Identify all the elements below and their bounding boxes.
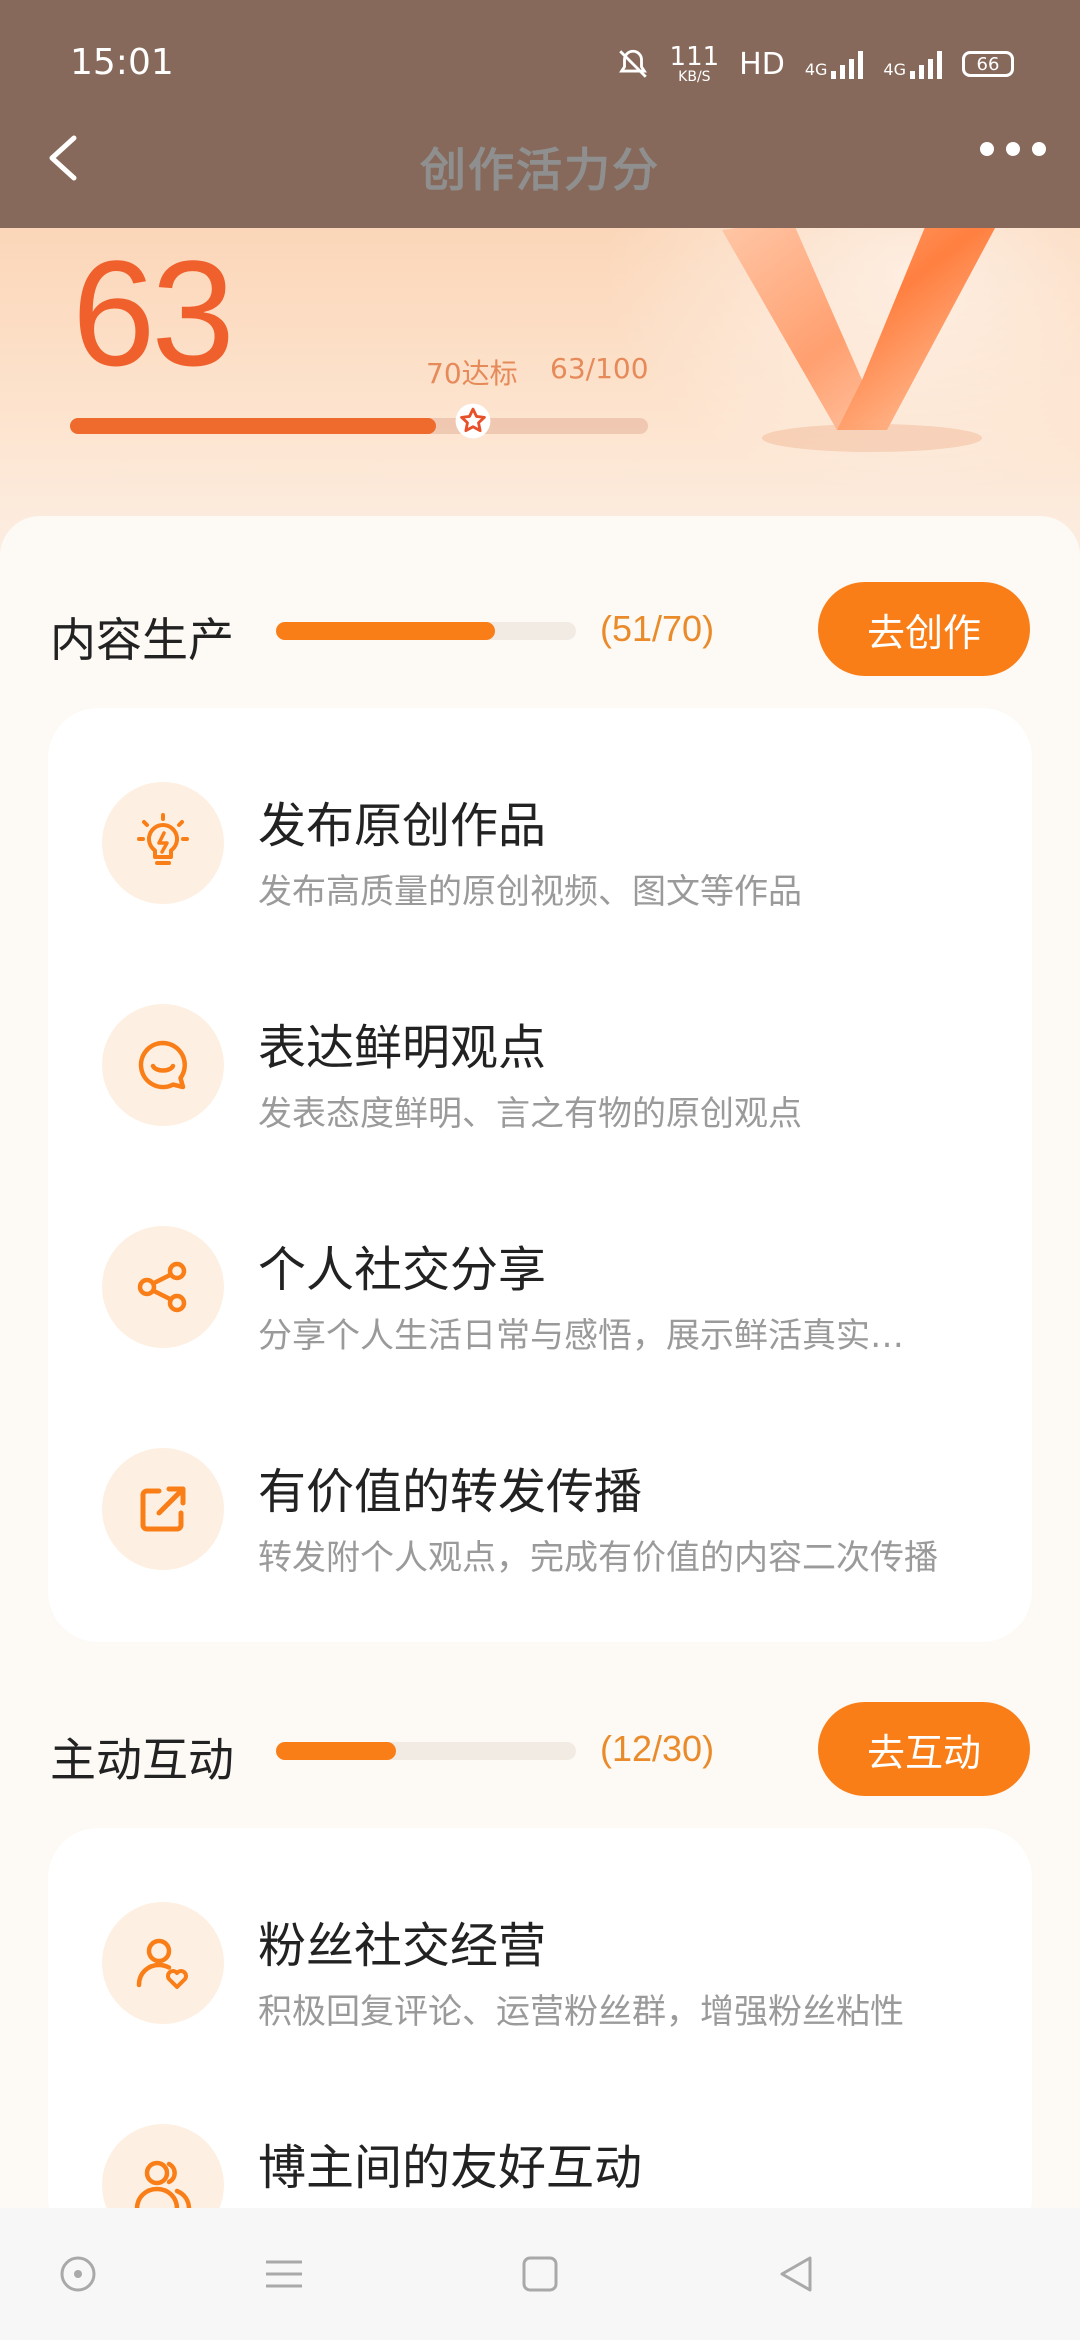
signal-bars-icon	[910, 49, 942, 79]
battery-icon: 66	[962, 51, 1014, 77]
section-active-interaction: 主动互动 (12/30) 去互动	[50, 1702, 1030, 1796]
mute-bell-icon	[618, 49, 647, 78]
item-title: 表达鲜明观点	[258, 1020, 547, 1076]
target-star-icon	[455, 403, 491, 439]
go-interact-button[interactable]: 去互动	[818, 1702, 1030, 1796]
score-progress-fill	[70, 418, 436, 434]
menu-icon[interactable]	[262, 2252, 306, 2296]
signal-2: 4G	[883, 49, 942, 79]
share-icon	[102, 1226, 224, 1348]
item-title: 博主间的友好互动	[258, 2140, 643, 2196]
more-icon[interactable]	[980, 142, 1046, 156]
item-title: 粉丝社交经营	[258, 1918, 547, 1974]
forward-icon	[102, 1448, 224, 1570]
section-title: 内容生产	[50, 613, 234, 667]
status-icons: 111 KB/S HD 4G 4G 66	[616, 44, 1014, 84]
item-desc: 发表态度鲜明、言之有物的原创观点	[258, 1094, 802, 1134]
section-count: (12/30)	[600, 1728, 715, 1769]
item-desc: 发布高质量的原创视频、图文等作品	[258, 872, 802, 912]
hd-label: HD	[739, 46, 785, 82]
item-desc: 转发附个人观点，完成有价值的内容二次传播	[258, 1538, 938, 1578]
status-time: 15:01	[70, 42, 174, 83]
signal-1: 4G	[805, 49, 864, 79]
section-progress-fill	[276, 1742, 396, 1760]
item-title: 有价值的转发传播	[258, 1464, 643, 1520]
active-interaction-card: 粉丝社交经营 积极回复评论、运营粉丝群，增强粉丝粘性 博主间的友好互动	[48, 1828, 1032, 2248]
net-speed: 111 KB/S	[669, 42, 720, 85]
item-title: 发布原创作品	[258, 798, 547, 854]
list-item[interactable]: 表达鲜明观点 发表态度鲜明、言之有物的原创观点	[48, 958, 1032, 1180]
list-item[interactable]: 个人社交分享 分享个人生活日常与感悟，展示鲜活真实…	[48, 1180, 1032, 1402]
section-progress-fill	[276, 622, 495, 640]
page: 15:01 111 KB/S HD 4G 4G 66 创作活力分 63 70达标…	[0, 0, 1080, 2340]
list-item[interactable]: 粉丝社交经营 积极回复评论、运营粉丝群，增强粉丝粘性	[48, 1856, 1032, 2078]
score-ratio: 63/100	[550, 352, 649, 385]
home-square-icon[interactable]	[518, 2252, 562, 2296]
list-item[interactable]: 有价值的转发传播 转发附个人观点，完成有价值的内容二次传播	[48, 1402, 1032, 1624]
back-triangle-icon[interactable]	[774, 2252, 818, 2296]
section-title: 主动互动	[50, 1733, 234, 1787]
section-content-production: 内容生产 (51/70) 去创作	[50, 582, 1030, 676]
list-item[interactable]: 发布原创作品 发布高质量的原创视频、图文等作品	[48, 736, 1032, 958]
item-title: 个人社交分享	[258, 1242, 547, 1298]
top-bar: 15:01 111 KB/S HD 4G 4G 66 创作活力分	[0, 0, 1080, 228]
page-title: 创作活力分	[420, 143, 660, 197]
smile-chat-icon	[102, 1004, 224, 1126]
assistant-circle-icon[interactable]	[56, 2252, 100, 2296]
score-progress-track	[70, 418, 648, 434]
section-progress-track	[276, 1742, 576, 1760]
content-production-card: 发布原创作品 发布高质量的原创视频、图文等作品 表达鲜明观点 发表态度鲜明、言之…	[48, 708, 1032, 1642]
user-heart-icon	[102, 1902, 224, 2024]
item-desc: 积极回复评论、运营粉丝群，增强粉丝粘性	[258, 1992, 904, 2032]
target-label: 70达标	[426, 357, 518, 390]
signal-bars-icon	[831, 49, 864, 79]
score-value: 63	[72, 229, 235, 397]
system-nav-bar	[0, 2208, 1080, 2340]
v-logo-icon	[722, 210, 1002, 452]
lightbulb-icon	[102, 782, 224, 904]
go-create-button[interactable]: 去创作	[818, 582, 1030, 676]
section-count: (51/70)	[600, 608, 715, 649]
section-progress-track	[276, 622, 576, 640]
item-desc: 分享个人生活日常与感悟，展示鲜活真实…	[258, 1316, 904, 1356]
